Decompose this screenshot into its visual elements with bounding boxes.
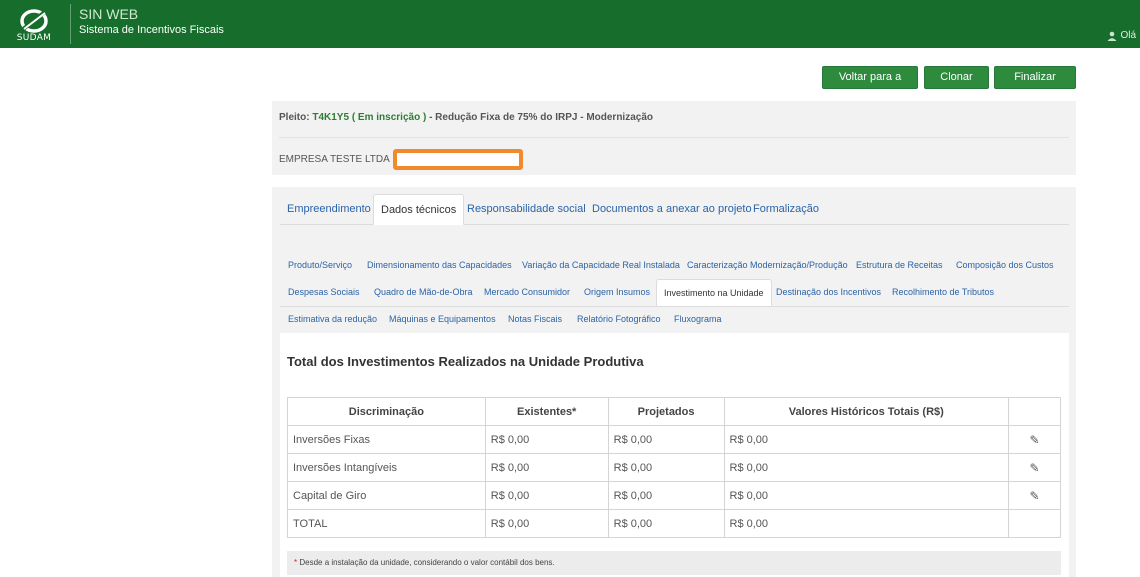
historicos-value: R$ 0,00 [723,453,1010,482]
projetados-value: R$ 0,00 [607,481,725,510]
app-subtitle: Sistema de Incentivos Fiscais [79,24,224,36]
table-row: Capital de Giro R$ 0,00 R$ 0,00 R$ 0,00 … [287,481,1061,510]
table-row: Inversões Intangíveis R$ 0,00 R$ 0,00 R$… [287,453,1061,482]
empty-cell [1008,509,1061,538]
tab-empreendimento[interactable]: Empreendimento [280,194,378,225]
subtab-despesas-sociais[interactable]: Despesas Sociais [288,279,360,307]
subtab-composicao-custos[interactable]: Composição dos Custos [956,252,1054,280]
sudam-logo[interactable]: SUDAM [8,6,60,44]
investments-table: Discriminação Existentes* Projetados Val… [287,397,1061,538]
main-tabs: Empreendimento Dados técnicos Responsabi… [280,194,1069,225]
pleito-code: T4K1Y5 [312,112,350,123]
column-header-valores-historicos: Valores Históricos Totais (R$) [723,397,1010,426]
row-label: Inversões Fixas [287,425,486,454]
pleito-description: - Redução Fixa de 75% do IRPJ - Moderniz… [429,112,654,123]
subtab-destinacao-incentivos[interactable]: Destinação dos Incentivos [776,279,881,307]
subtab-notas-fiscais[interactable]: Notas Fiscais [508,306,562,334]
subtab-produto-servico[interactable]: Produto/Serviço [288,252,352,280]
sudam-logo-icon [20,9,48,33]
tab-dados-tecnicos[interactable]: Dados técnicos [373,194,465,225]
main-content-panel: Empreendimento Dados técnicos Responsabi… [272,187,1076,577]
company-name: EMPRESA TESTE LTDA [279,154,390,165]
existentes-value: R$ 0,00 [484,425,609,454]
subtab-quadro-mao-de-obra[interactable]: Quadro de Mão-de-Obra [374,279,473,307]
redacted-field [393,149,523,170]
subtab-mercado-consumidor[interactable]: Mercado Consumidor [484,279,570,307]
historicos-value: R$ 0,00 [723,509,1010,538]
subtab-dimensionamento[interactable]: Dimensionamento das Capacidades [367,252,512,280]
user-greeting: Olá [1120,30,1136,41]
finalize-pleito-button[interactable]: Finalizar pleito [994,66,1076,104]
pleito-label: Pleito: [279,112,310,123]
tab-formalizacao[interactable]: Formalização [746,194,826,225]
app-title: SIN WEB [79,6,139,22]
table-row-total: TOTAL R$ 0,00 R$ 0,00 R$ 0,00 [287,509,1061,538]
back-to-list-button[interactable]: Voltar para a lista [822,66,918,104]
subtab-caracterizacao[interactable]: Caracterização Modernização/Produção [687,252,848,280]
historicos-value: R$ 0,00 [723,481,1010,510]
row-label: TOTAL [287,509,486,538]
pleito-divider [279,137,1069,138]
subtab-maquinas-equipamentos[interactable]: Máquinas e Equipamentos [389,306,496,334]
projetados-value: R$ 0,00 [607,453,725,482]
subtab-relatorio-fotografico[interactable]: Relatório Fotográfico [577,306,661,334]
footnote: * Desde a instalação da unidade, conside… [287,551,1061,575]
historicos-value: R$ 0,00 [723,425,1010,454]
edit-cell: ✎ [1008,481,1061,510]
row-label: Capital de Giro [287,481,486,510]
column-header-existentes: Existentes* [484,397,609,426]
edit-cell: ✎ [1008,425,1061,454]
clone-pleito-button[interactable]: Clonar Pleito [924,66,989,104]
user-menu[interactable]: Olá [1107,30,1136,41]
subtab-estimativa-reducao[interactable]: Estimativa da redução [288,306,377,334]
table-row: Inversões Fixas R$ 0,00 R$ 0,00 R$ 0,00 … [287,425,1061,454]
edit-cell: ✎ [1008,453,1061,482]
pleito-line: Pleito: T4K1Y5 ( Em inscrição ) - Reduçã… [279,112,653,123]
table-header-row: Discriminação Existentes* Projetados Val… [287,397,1061,426]
projetados-value: R$ 0,00 [607,509,725,538]
row-label: Inversões Intangíveis [287,453,486,482]
subtab-investimento-unidade[interactable]: Investimento na Unidade [656,279,772,307]
logo-text: SUDAM [16,33,52,43]
pencil-icon[interactable]: ✎ [1029,433,1039,447]
subtab-origem-insumos[interactable]: Origem Insumos [584,279,650,307]
existentes-value: R$ 0,00 [484,453,609,482]
footnote-marker: * [294,558,298,567]
column-header-discriminacao: Discriminação [287,397,486,426]
existentes-value: R$ 0,00 [484,481,609,510]
pencil-icon[interactable]: ✎ [1029,461,1039,475]
header-divider [70,4,71,44]
column-header-actions [1008,397,1061,426]
subtab-recolhimento-tributos[interactable]: Recolhimento de Tributos [892,279,994,307]
pencil-icon[interactable]: ✎ [1029,489,1039,503]
existentes-value: R$ 0,00 [484,509,609,538]
subtab-fluxograma[interactable]: Fluxograma [674,306,722,334]
projetados-value: R$ 0,00 [607,425,725,454]
pleito-info-panel: Pleito: T4K1Y5 ( Em inscrição ) - Reduçã… [272,101,1076,175]
top-navbar: SUDAM SIN WEB Sistema de Incentivos Fisc… [0,0,1140,48]
section-title: Total dos Investimentos Realizados na Un… [287,354,644,369]
footnote-text: Desde a instalação da unidade, considera… [299,558,555,567]
investment-panel: Total dos Investimentos Realizados na Un… [280,333,1069,577]
pleito-status: ( Em inscrição ) [351,112,427,123]
tab-responsabilidade-social[interactable]: Responsabilidade social [460,194,593,225]
column-header-projetados: Projetados [607,397,725,426]
subtab-estrutura-receitas[interactable]: Estrutura de Receitas [856,252,943,280]
user-icon [1107,31,1117,41]
subtab-variacao-capacidade[interactable]: Variação da Capacidade Real Instalada [522,252,680,280]
tab-documentos[interactable]: Documentos a anexar ao projeto [585,194,759,225]
